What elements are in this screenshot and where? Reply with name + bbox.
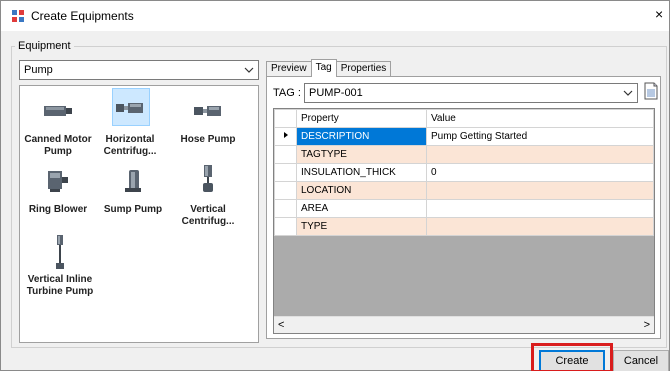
equipment-item-label: Sump Pump <box>103 204 163 215</box>
vertical-centrifugal-pump-icon <box>203 165 213 192</box>
table-row[interactable]: TYPE <box>274 217 654 236</box>
dialog-window: Create Equipments × Equipment Pump Canne… <box>0 0 670 371</box>
property-grid: Property Value DESCRIPTION Pump Getting … <box>273 108 655 334</box>
tab-properties[interactable]: Properties <box>335 61 392 77</box>
hose-pump-icon <box>194 106 221 116</box>
row-header-corner <box>274 109 297 128</box>
table-row[interactable]: AREA <box>274 199 654 218</box>
horizontal-centrifugal-pump-icon <box>116 103 143 113</box>
property-cell[interactable]: DESCRIPTION <box>296 127 427 146</box>
column-header-value[interactable]: Value <box>426 109 654 128</box>
scroll-right-icon[interactable]: > <box>644 319 650 331</box>
equipment-item-vertical-inline-turbine[interactable]: Vertical Inline Turbine Pump <box>20 234 100 304</box>
row-header <box>274 181 297 200</box>
tab-tag[interactable]: Tag <box>310 59 337 77</box>
scroll-left-icon[interactable]: < <box>278 319 284 331</box>
property-cell[interactable]: TYPE <box>296 217 427 236</box>
document-icon[interactable] <box>643 82 659 100</box>
equipment-item-ring-blower[interactable]: Ring Blower <box>20 166 96 236</box>
table-row[interactable]: TAGTYPE <box>274 145 654 164</box>
tag-combobox[interactable]: PUMP-001 <box>304 83 638 103</box>
equipment-item-label: Ring Blower <box>28 204 88 215</box>
window-title: Create Equipments <box>31 9 134 23</box>
tab-preview[interactable]: Preview <box>266 61 312 77</box>
value-cell[interactable] <box>426 199 654 218</box>
property-cell[interactable]: INSULATION_THICK <box>296 163 427 182</box>
canned-motor-pump-icon <box>44 106 72 116</box>
app-icon <box>12 10 24 22</box>
current-row-arrow-icon <box>274 127 297 146</box>
table-row[interactable]: DESCRIPTION Pump Getting Started <box>274 127 654 146</box>
equipment-item-label: Horizontal Centrifug... <box>103 134 157 157</box>
equipment-gallery: Canned Motor Pump Horizontal Centrifug..… <box>19 85 259 343</box>
property-cell[interactable]: TAGTYPE <box>296 145 427 164</box>
equipment-group-label: Equipment <box>15 40 74 52</box>
table-row[interactable]: INSULATION_THICK 0 <box>274 163 654 182</box>
row-header <box>274 145 297 164</box>
chevron-down-icon <box>244 67 254 73</box>
close-icon[interactable]: × <box>655 7 669 21</box>
tab-strip: Preview Tag Properties <box>266 59 392 77</box>
property-cell[interactable]: AREA <box>296 199 427 218</box>
property-table: Property Value DESCRIPTION Pump Getting … <box>274 109 654 236</box>
sump-pump-icon <box>125 170 141 192</box>
value-cell[interactable] <box>426 145 654 164</box>
annotation-highlight-box <box>531 343 613 371</box>
cancel-button[interactable]: Cancel <box>613 350 669 371</box>
chevron-down-icon <box>623 90 633 96</box>
value-cell[interactable]: Pump Getting Started <box>426 127 654 146</box>
value-cell[interactable] <box>426 217 654 236</box>
equipment-item-canned-motor-pump[interactable]: Canned Motor Pump <box>20 92 96 162</box>
equipment-item-vertical-centrifugal[interactable]: Vertical Centrifug... <box>170 164 246 234</box>
tag-label: TAG : <box>273 87 301 99</box>
table-row[interactable]: LOCATION <box>274 181 654 200</box>
equipment-item-hose-pump[interactable]: Hose Pump <box>170 92 246 162</box>
equipment-item-label: Vertical Inline Turbine Pump <box>26 274 94 297</box>
equipment-item-label: Hose Pump <box>180 134 236 145</box>
equipment-type-select[interactable]: Pump <box>19 60 259 80</box>
equipment-item-sump-pump[interactable]: Sump Pump <box>95 166 171 236</box>
equipment-item-label: Canned Motor Pump <box>24 134 92 157</box>
horizontal-scrollbar[interactable]: < > <box>274 316 654 333</box>
equipment-type-value: Pump <box>24 64 53 76</box>
property-cell[interactable]: LOCATION <box>296 181 427 200</box>
value-cell[interactable] <box>426 181 654 200</box>
value-cell[interactable]: 0 <box>426 163 654 182</box>
row-header <box>274 199 297 218</box>
row-header <box>274 163 297 182</box>
tag-value: PUMP-001 <box>309 87 363 99</box>
ring-blower-icon <box>48 171 68 192</box>
column-header-property[interactable]: Property <box>296 109 427 128</box>
equipment-item-horizontal-centrifugal[interactable]: Horizontal Centrifug... <box>92 88 168 158</box>
title-bar: Create Equipments × <box>1 1 669 31</box>
row-header <box>274 217 297 236</box>
grid-header-row: Property Value <box>274 109 654 128</box>
vertical-inline-turbine-pump-icon <box>56 235 64 269</box>
equipment-item-label: Vertical Centrifug... <box>181 204 235 227</box>
